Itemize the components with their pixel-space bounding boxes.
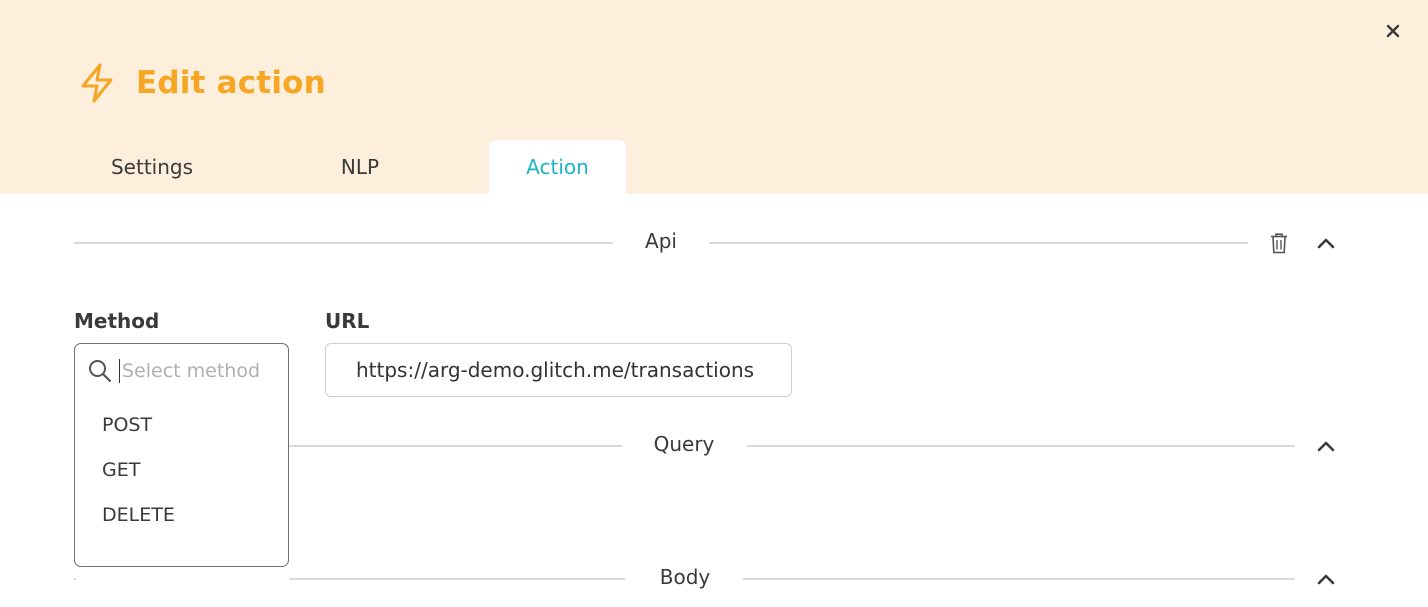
edit-action-modal: Edit action Settings NLP Action Api Meth… bbox=[0, 0, 1428, 607]
body-divider-right bbox=[743, 578, 1295, 580]
method-search[interactable] bbox=[87, 356, 277, 386]
close-button[interactable] bbox=[1381, 19, 1405, 43]
chevron-up-icon[interactable] bbox=[1317, 440, 1335, 452]
tab-action[interactable]: Action bbox=[489, 140, 626, 194]
method-option-delete[interactable]: DELETE bbox=[102, 504, 175, 526]
page-title: Edit action bbox=[136, 65, 326, 101]
modal-header: Edit action Settings NLP Action bbox=[0, 0, 1428, 194]
section-title-api: Api bbox=[645, 229, 677, 253]
chevron-up-icon[interactable] bbox=[1317, 573, 1335, 585]
lightning-icon bbox=[81, 63, 113, 103]
method-search-input[interactable] bbox=[119, 359, 269, 383]
query-divider-left bbox=[289, 445, 622, 447]
api-divider-right bbox=[709, 242, 1248, 244]
tab-settings[interactable]: Settings bbox=[92, 140, 212, 194]
section-title-query: Query bbox=[653, 432, 715, 456]
close-icon[interactable] bbox=[1385, 23, 1401, 39]
method-label: Method bbox=[74, 309, 160, 333]
body-divider-left bbox=[289, 578, 625, 580]
search-icon bbox=[89, 360, 112, 383]
chevron-up-icon[interactable] bbox=[1317, 237, 1335, 249]
section-title-body: Body bbox=[659, 565, 711, 589]
tab-nlp[interactable]: NLP bbox=[300, 140, 420, 194]
query-divider-right bbox=[747, 445, 1295, 447]
url-label: URL bbox=[325, 309, 370, 333]
api-divider-left bbox=[74, 242, 613, 244]
method-select-dropdown[interactable]: POST GET DELETE bbox=[74, 343, 289, 567]
trash-icon[interactable] bbox=[1269, 232, 1289, 254]
url-input[interactable] bbox=[325, 343, 792, 397]
collapse-api-button[interactable] bbox=[1312, 229, 1340, 257]
method-option-post[interactable]: POST bbox=[102, 414, 152, 436]
collapse-body-button[interactable] bbox=[1312, 565, 1340, 593]
collapse-query-button[interactable] bbox=[1312, 432, 1340, 460]
method-option-get[interactable]: GET bbox=[102, 459, 140, 481]
body-divider-edge bbox=[74, 578, 76, 580]
delete-api-button[interactable] bbox=[1265, 229, 1293, 257]
modal-title-row: Edit action bbox=[78, 60, 326, 106]
